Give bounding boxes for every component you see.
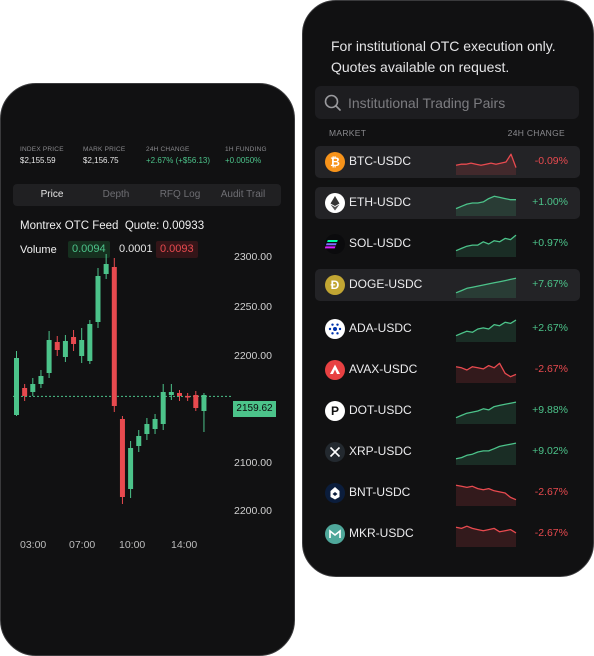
mkr-icon	[325, 524, 345, 544]
pair-name: DOT-USDC	[349, 403, 412, 417]
pair-change: +7.67%	[532, 278, 568, 290]
svg-text:₿: ₿	[330, 155, 340, 169]
x-tick-label: 14:00	[171, 539, 197, 551]
pair-row[interactable]: XRP-USDC +9.02%	[315, 436, 580, 468]
candle[interactable]	[62, 335, 68, 362]
candle[interactable]	[185, 393, 191, 401]
btc-icon: ₿	[325, 152, 345, 172]
pair-name: DOGE-USDC	[349, 277, 423, 291]
candle[interactable]	[103, 254, 109, 279]
x-tick-label: 07:00	[69, 539, 95, 551]
eth-icon	[325, 193, 345, 213]
current-price-tag: 2159.62	[233, 401, 276, 417]
pair-row[interactable]: ADA-USDC +2.67%	[315, 313, 580, 345]
svg-text:P: P	[331, 404, 339, 418]
sparkline-chart	[455, 319, 517, 342]
candle[interactable]	[79, 328, 85, 363]
pair-row[interactable]: MKR-USDC -2.67%	[315, 518, 580, 550]
pair-row[interactable]: BNT-USDC -2.67%	[315, 477, 580, 509]
candle[interactable]	[14, 351, 19, 416]
candle[interactable]	[128, 441, 134, 498]
pair-name: MKR-USDC	[349, 526, 414, 540]
sparkline-chart	[455, 153, 517, 175]
candle[interactable]	[144, 418, 150, 440]
market-column-header: MARKET	[329, 128, 367, 138]
ada-icon	[325, 319, 345, 339]
candle[interactable]	[119, 416, 125, 504]
sparkline-chart	[455, 484, 517, 506]
candle[interactable]	[201, 393, 207, 432]
sparkline-chart	[455, 442, 517, 465]
candle[interactable]	[111, 258, 117, 412]
sol-icon	[325, 234, 345, 254]
pair-change: +9.02%	[532, 445, 568, 457]
dot-icon: P	[325, 401, 345, 421]
sparkline-chart	[455, 234, 517, 257]
candle[interactable]	[160, 384, 166, 430]
candle[interactable]	[95, 268, 101, 328]
xrp-icon	[325, 442, 345, 462]
candle[interactable]	[71, 330, 77, 351]
avax-icon	[325, 360, 345, 380]
search-placeholder: Institutional Trading Pairs	[348, 95, 506, 111]
x-tick-label: 10:00	[119, 539, 145, 551]
candle[interactable]	[87, 320, 93, 364]
sparkline-chart	[455, 362, 517, 383]
y-tick-label: 2250.00	[234, 301, 272, 313]
bnt-icon	[325, 483, 345, 503]
candle[interactable]	[54, 336, 60, 356]
y-tick-label: 2200.00	[234, 505, 272, 517]
pair-change: +1.00%	[532, 196, 568, 208]
pair-change: -2.67%	[534, 486, 568, 498]
candle[interactable]	[177, 390, 182, 401]
pair-change: +0.97%	[532, 237, 568, 249]
pair-row[interactable]: SOL-USDC +0.97%	[315, 228, 580, 260]
pair-change: -2.67%	[534, 363, 568, 375]
candle[interactable]	[38, 370, 44, 388]
y-tick-label: 2300.00	[234, 251, 272, 263]
pair-name: SOL-USDC	[349, 236, 412, 250]
pair-change: -2.67%	[534, 527, 568, 539]
candle[interactable]	[152, 414, 158, 434]
pair-row[interactable]: ₿ BTC-USDC -0.09%	[315, 146, 580, 178]
pair-name: ADA-USDC	[349, 321, 412, 335]
pair-change: -0.09%	[534, 155, 568, 167]
doge-icon: Ð	[325, 275, 345, 295]
x-tick-label: 03:00	[20, 539, 46, 551]
pair-name: XRP-USDC	[349, 444, 412, 458]
candle[interactable]	[193, 391, 199, 411]
pair-name: BTC-USDC	[349, 154, 411, 168]
candle[interactable]	[22, 384, 28, 401]
pair-name: ETH-USDC	[349, 195, 411, 209]
market-list-phone: For institutional OTC execution only. Qu…	[302, 0, 594, 577]
sparkline-chart	[455, 525, 517, 547]
intro-text: For institutional OTC execution only. Qu…	[331, 38, 556, 75]
candle[interactable]	[30, 378, 36, 396]
pair-row[interactable]: Ð DOGE-USDC +7.67%	[315, 269, 580, 301]
search-input[interactable]: Institutional Trading Pairs	[315, 86, 579, 119]
pair-row[interactable]: P DOT-USDC +9.88%	[315, 395, 580, 427]
sparkline-chart	[455, 195, 516, 216]
pair-change: +2.67%	[532, 322, 568, 334]
pair-change: +9.88%	[532, 404, 568, 416]
candle[interactable]	[136, 430, 142, 452]
y-tick-label: 2100.00	[234, 457, 272, 469]
pair-row[interactable]: ETH-USDC +1.00%	[315, 187, 580, 219]
svg-text:Ð: Ð	[331, 278, 340, 292]
sparkline-chart	[455, 401, 517, 424]
sparkline-chart	[455, 277, 517, 298]
change-column-header: 24H CHANGE	[507, 128, 565, 138]
candle[interactable]	[168, 384, 174, 400]
y-tick-label: 2200.00	[234, 350, 272, 362]
search-icon	[324, 94, 341, 111]
trading-chart-phone: INDEX PRICE $2,155.59 MARK PRICE $2,156.…	[0, 83, 295, 656]
candlestick-chart[interactable]: 2300.002250.002200.002150.002100.002200.…	[1, 84, 295, 564]
pair-name: BNT-USDC	[349, 485, 411, 499]
pair-name: AVAX-USDC	[349, 362, 418, 376]
pair-row[interactable]: AVAX-USDC -2.67%	[315, 354, 580, 386]
candle[interactable]	[46, 331, 52, 378]
